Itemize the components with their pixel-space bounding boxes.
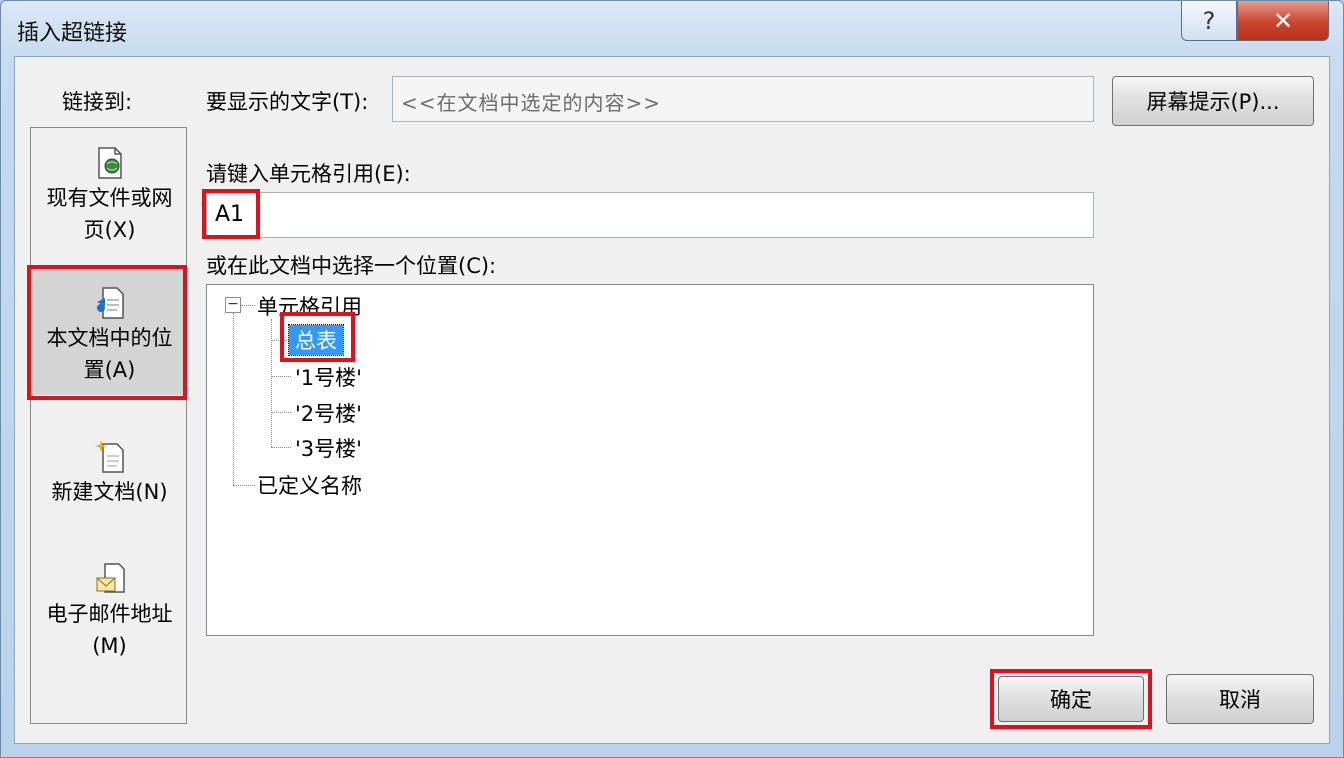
cell-reference-label: 请键入单元格引用(E): bbox=[206, 162, 411, 186]
email-icon bbox=[95, 562, 125, 596]
tree-line bbox=[233, 485, 255, 486]
link-email-label-2: (M) bbox=[92, 634, 127, 658]
tree-line bbox=[271, 376, 291, 377]
close-icon: ✕ bbox=[1272, 6, 1294, 35]
tree-line bbox=[271, 340, 291, 341]
tree-node-sheet-building-1[interactable]: '1号楼' bbox=[295, 362, 362, 392]
link-place-label-1: 本文档中的位 bbox=[46, 326, 173, 350]
link-existing-label-2: 页(X) bbox=[83, 218, 136, 242]
tree-line bbox=[271, 447, 291, 448]
tree-line bbox=[271, 319, 272, 447]
tree-node-cell-reference[interactable]: 单元格引用 bbox=[257, 291, 362, 321]
cell-reference-input[interactable]: A1 bbox=[206, 192, 1094, 238]
close-button[interactable]: ✕ bbox=[1237, 1, 1329, 41]
new-document-icon bbox=[94, 440, 125, 474]
help-icon: ? bbox=[1202, 6, 1216, 35]
help-button[interactable]: ? bbox=[1181, 1, 1237, 41]
cancel-button[interactable]: 取消 bbox=[1166, 674, 1314, 724]
link-email-label-1: 电子邮件地址 bbox=[46, 602, 173, 626]
link-place-label-2: 置(A) bbox=[83, 358, 136, 382]
display-text-label: 要显示的文字(T): bbox=[206, 90, 369, 114]
tree-line bbox=[241, 305, 255, 306]
tree-node-sheet-building-3[interactable]: '3号楼' bbox=[295, 433, 362, 463]
link-email-address[interactable]: 电子邮件地址 (M) bbox=[31, 562, 188, 662]
collapse-icon[interactable]: − bbox=[225, 297, 241, 313]
tree-node-defined-names[interactable]: 已定义名称 bbox=[257, 470, 362, 500]
document-place-icon bbox=[95, 286, 125, 320]
display-text-input[interactable]: <<在文档中选定的内容>> bbox=[392, 76, 1094, 122]
link-new-document[interactable]: 新建文档(N) bbox=[31, 440, 188, 520]
link-to-label: 链接到: bbox=[62, 90, 133, 114]
dialog-title: 插入超链接 bbox=[17, 21, 128, 46]
tree-line bbox=[233, 313, 234, 485]
link-place-in-document[interactable]: 本文档中的位 置(A) bbox=[31, 270, 188, 395]
tree-node-sheet-building-2[interactable]: '2号楼' bbox=[295, 398, 362, 428]
link-type-bar: 现有文件或网 页(X) 本文档中的位 置(A) 新建文档(N) 电子邮件地址 (… bbox=[30, 127, 188, 724]
file-web-icon bbox=[95, 146, 125, 180]
ok-button[interactable]: 确定 bbox=[998, 676, 1144, 722]
screen-tip-button[interactable]: 屏幕提示(P)... bbox=[1112, 76, 1314, 126]
document-place-tree[interactable]: − 单元格引用 总表 '1号楼' '2号楼' '3号楼' 已定义名称 bbox=[206, 284, 1094, 636]
link-existing-file-or-web-page[interactable]: 现有文件或网 页(X) bbox=[31, 146, 188, 264]
link-new-document-label: 新建文档(N) bbox=[51, 480, 168, 504]
tree-node-sheet-summary[interactable]: 总表 bbox=[288, 324, 344, 356]
link-existing-label-1: 现有文件或网 bbox=[46, 186, 173, 210]
tree-line bbox=[271, 412, 291, 413]
select-place-label: 或在此文档中选择一个位置(C): bbox=[206, 254, 497, 278]
